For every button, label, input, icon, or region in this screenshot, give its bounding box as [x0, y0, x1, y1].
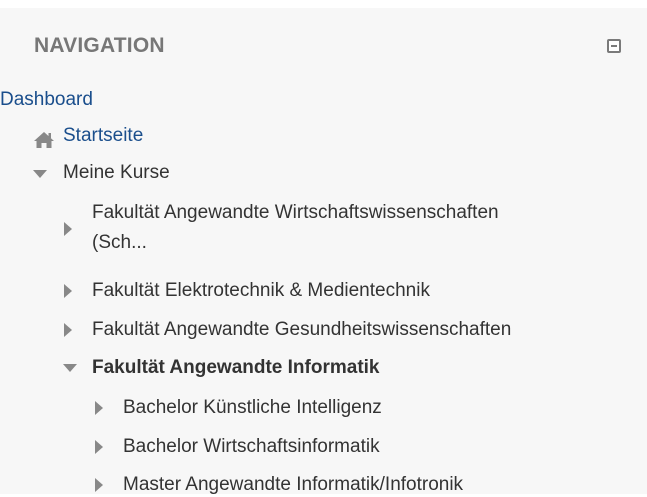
nav-item-faculty-elektrotechnik[interactable]: Fakultät Elektrotechnik & Medientechnik	[92, 279, 430, 303]
nav-item-meine-kurse[interactable]: Meine Kurse	[63, 161, 170, 185]
collapse-block-icon[interactable]	[607, 39, 621, 53]
startseite-link[interactable]: Startseite	[63, 125, 143, 146]
nav-item-program-wirtschaftsinformatik[interactable]: Bachelor Wirtschaftsinformatik	[123, 435, 380, 459]
nav-item-program-ki[interactable]: Bachelor Künstliche Intelligenz	[123, 396, 382, 420]
block-header: NAVIGATION	[0, 8, 647, 68]
nav-item-faculty-wirtschaft[interactable]: Fakultät Angewandte Wirtschaftswissensch…	[92, 201, 499, 255]
faculty-wirtschaft-label-line2: (Sch...	[92, 232, 147, 253]
triangle-right-icon[interactable]	[64, 284, 72, 298]
faculty-wirtschaft-label-line1: Fakultät Angewandte Wirtschaftswissensch…	[92, 202, 499, 223]
triangle-right-icon[interactable]	[95, 401, 103, 415]
nav-item-faculty-gesundheit[interactable]: Fakultät Angewandte Gesundheitswissensch…	[92, 318, 511, 342]
nav-item-startseite[interactable]: Startseite	[63, 124, 143, 148]
triangle-right-icon[interactable]	[95, 440, 103, 454]
triangle-down-icon[interactable]	[33, 170, 47, 178]
nav-item-program-master-infotronik[interactable]: Master Angewandte Informatik/Infotronik	[123, 473, 463, 497]
navigation-block: NAVIGATION Dashboard Startseite Meine Ku…	[0, 0, 647, 497]
dashboard-link[interactable]: Dashboard	[0, 88, 93, 112]
triangle-right-icon[interactable]	[64, 222, 72, 236]
home-icon	[34, 132, 54, 148]
nav-item-faculty-informatik[interactable]: Fakultät Angewandte Informatik	[92, 356, 380, 380]
block-title: NAVIGATION	[34, 34, 165, 57]
triangle-down-icon[interactable]	[63, 364, 77, 372]
triangle-right-icon[interactable]	[95, 478, 103, 492]
triangle-right-icon[interactable]	[64, 323, 72, 337]
